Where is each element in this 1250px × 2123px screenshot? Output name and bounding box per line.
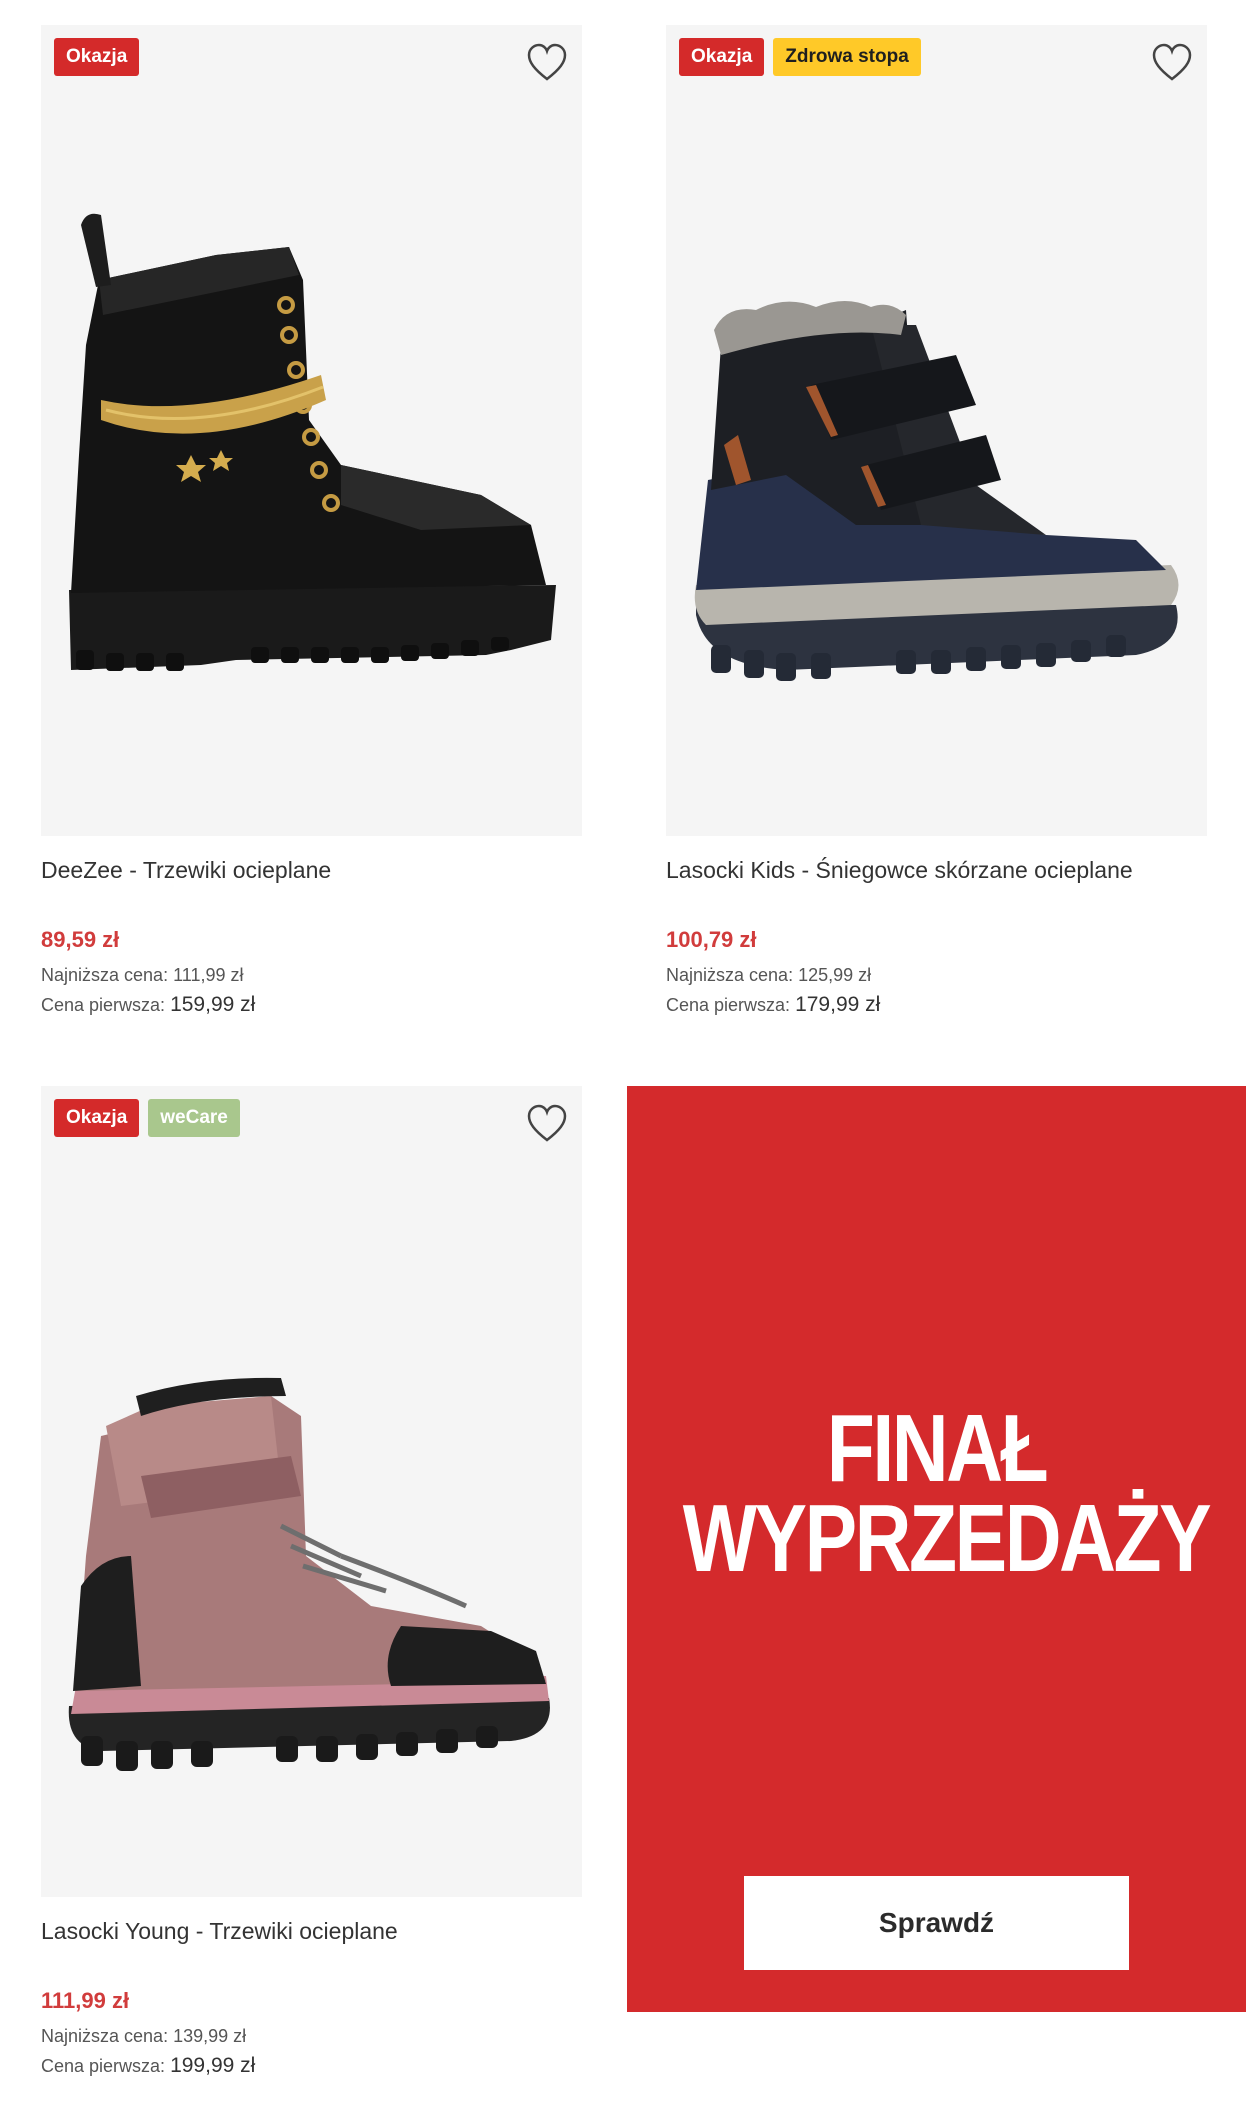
check-button[interactable]: Sprawdź [744,1876,1129,1970]
first-price-label: Cena pierwsza: [41,995,166,1015]
lowest-price-value: 111,99 zł [173,965,244,985]
promo-title: FINAŁ WYPRZEDAŻY [682,1395,1212,1592]
heart-icon[interactable] [526,1104,568,1144]
lowest-price-row: Najniższa cena: 125,99 zł [666,960,1207,990]
badge-group: Okazja weCare [54,1099,240,1137]
kids-snow-boot-image [694,301,1179,681]
sale-promo-banner[interactable]: FINAŁ WYPRZEDAŻY Sprawdź [627,1086,1246,2012]
product-price: 111,99 zł [41,1988,130,2013]
sale-badge: Okazja [54,1099,140,1137]
lowest-price-value: 125,99 zł [798,965,872,985]
lowest-price-row: Najniższa cena: 111,99 zł [41,960,582,990]
product-card[interactable]: Okazja DeeZee - Trzewiki ocieplane 89,59… [41,25,582,1020]
badge-group: Okazja [54,38,140,76]
product-image[interactable]: Okazja Zdrowa stopa [666,25,1207,836]
heart-icon[interactable] [1151,43,1193,83]
first-price-label: Cena pierwsza: [666,995,791,1015]
sale-badge: Okazja [679,38,765,76]
first-price-value: 159,99 zł [170,993,256,1016]
first-price-row: Cena pierwsza: 199,99 zł [41,2051,582,2081]
lowest-price-row: Najniższa cena: 139,99 zł [41,2021,582,2051]
first-price-label: Cena pierwsza: [41,2056,166,2076]
wecare-badge: weCare [148,1099,240,1137]
first-price-row: Cena pierwsza: 179,99 zł [666,990,1207,1020]
promo-title-line-2: WYPRZEDAŻY [682,1485,1212,1592]
sale-badge: Okazja [54,38,140,76]
black-chain-boot-image [69,213,556,671]
promo-title-line-1: FINAŁ [826,1395,1049,1502]
first-price-value: 199,99 zł [170,2054,256,2077]
product-name[interactable]: Lasocki Young - Trzewiki ocieplane [41,1915,582,1947]
product-card[interactable]: Okazja Zdrowa stopa Lasocki Kids - Śnieg… [666,25,1207,1020]
first-price-row: Cena pierwsza: 159,99 zł [41,990,582,1020]
lowest-price-value: 139,99 zł [173,2026,247,2046]
badge-group: Okazja Zdrowa stopa [679,38,921,76]
heart-icon[interactable] [526,43,568,83]
first-price-value: 179,99 zł [795,993,881,1016]
product-card[interactable]: Okazja weCare Lasocki Young - Trzewiki o… [41,1086,582,2081]
product-price: 100,79 zł [666,927,757,952]
healthy-foot-badge: Zdrowa stopa [773,38,921,76]
product-name[interactable]: Lasocki Kids - Śniegowce skórzane ociepl… [666,854,1207,886]
product-image[interactable]: Okazja weCare [41,1086,582,1897]
product-name[interactable]: DeeZee - Trzewiki ocieplane [41,854,582,886]
lowest-price-label: Najniższa cena: [41,2026,169,2046]
product-image[interactable]: Okazja [41,25,582,836]
product-price: 89,59 zł [41,927,120,952]
lowest-price-label: Najniższa cena: [41,965,169,985]
lowest-price-label: Najniższa cena: [666,965,794,985]
pink-hiking-boot-image [68,1377,550,1771]
